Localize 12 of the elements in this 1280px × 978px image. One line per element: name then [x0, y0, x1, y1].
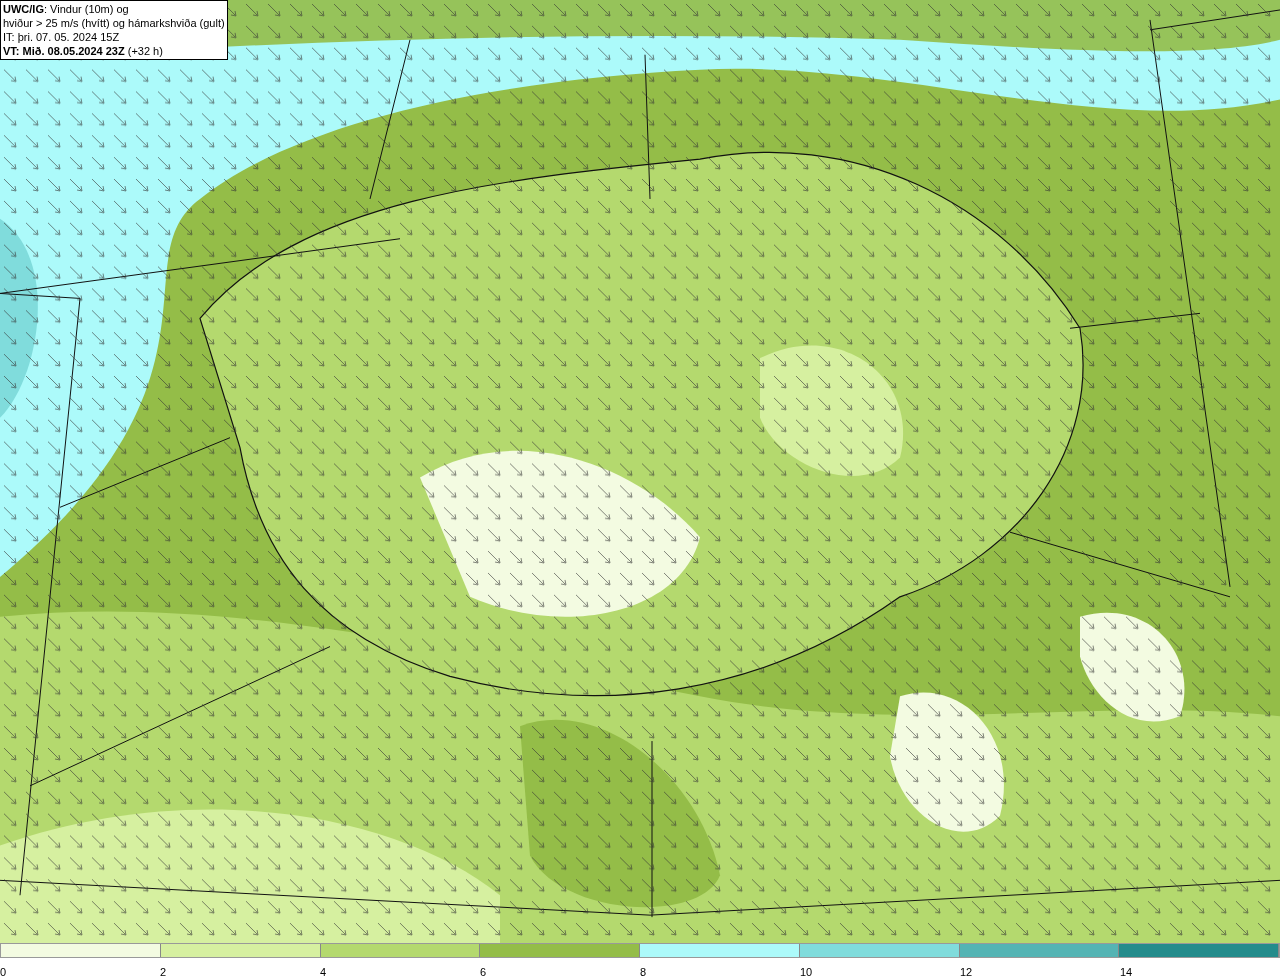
colorbar-tick-label: 4	[320, 965, 327, 978]
colorbar-tick-label: 14	[1120, 965, 1133, 978]
colorbar-tick-label: 8	[640, 965, 647, 978]
colorbar-tick-label: 10	[800, 965, 813, 978]
legend-text: VT: Mið. 08.05.2024 23Z (+32 h)	[3, 44, 164, 58]
colorbar-tick-label: 6	[480, 965, 487, 978]
colorbar-tick-label: 0	[0, 965, 7, 978]
legend-text: hviður > 25 m/s (hvítt) og hámarkshviða (gult)	[3, 16, 225, 30]
legend-text: IT: þri. 07. 05. 2024 15Z	[3, 30, 121, 44]
legend-text: UWC/IG: Vindur (10m) og	[3, 2, 130, 16]
colorbar-tick-label: 12	[960, 965, 973, 978]
colorbar-tick-label: 2	[160, 965, 167, 978]
